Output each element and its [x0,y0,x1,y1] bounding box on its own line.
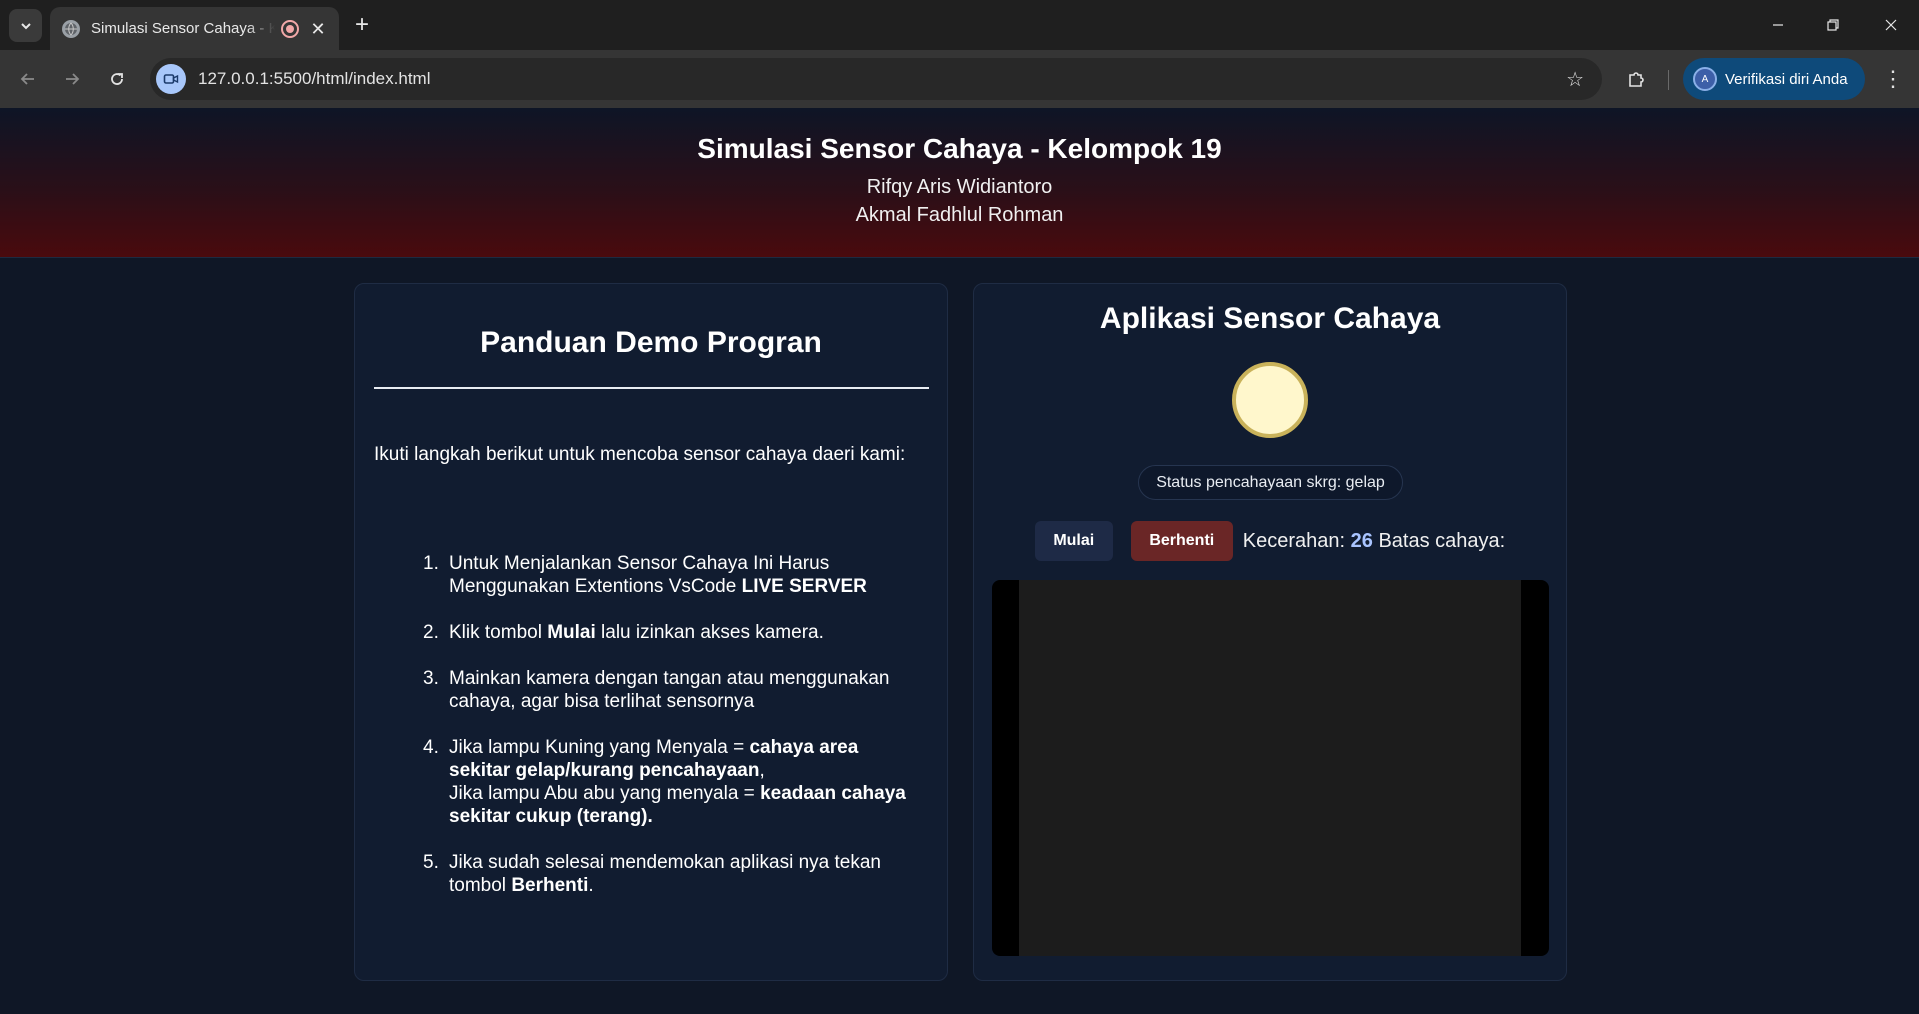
brightness-readout: Kecerahan: 26 Batas cahaya: [1243,530,1505,553]
step-emphasis: Berhenti [511,875,589,896]
member-name: Akmal Fadhlul Rohman [855,204,1064,226]
page-header: Simulasi Sensor Cahaya - Kelompok 19 Rif… [0,108,1919,258]
step-text: Jika lampu Kuning yang Menyala = [449,737,750,758]
step-text: , [759,760,765,781]
brightness-label: Kecerahan: [1242,529,1346,552]
globe-icon [62,19,80,38]
restore-icon [1827,19,1839,31]
status-badge: Status pencahayaan skrg: gelap [1138,465,1403,500]
camera-in-use-icon[interactable] [156,64,186,94]
tab-search-button[interactable] [9,9,42,42]
page-title: Simulasi Sensor Cahaya - Kelompok 19 [697,133,1222,164]
step-text: Mainkan kamera dengan tangan atau menggu… [449,668,890,712]
address-bar[interactable]: 127.0.0.1:5500/html/index.html ☆ [150,58,1602,100]
guide-steps-list: 1. Untuk Menjalankan Sensor Cahaya Ini H… [423,552,919,920]
minimize-button[interactable] [1763,10,1793,40]
step-number: 5. [423,852,439,873]
step-number: 2. [423,622,439,643]
browser-toolbar: 127.0.0.1:5500/html/index.html ☆ A Verif… [0,50,1919,108]
arrow-left-icon [20,73,34,85]
step-text: Jika lampu Abu abu yang menyala = [449,783,761,804]
tab-title: Simulasi Sensor Cahaya - Kelompok 19 [91,20,275,37]
list-item: 2. Klik tombol Mulai lalu izinkan akses … [423,621,919,644]
step-text: Klik tombol [449,622,548,643]
new-tab-button[interactable]: + [355,12,369,38]
reload-button[interactable] [103,65,131,93]
threshold-label: Batas cahaya: [1378,529,1506,552]
list-item: 5. Jika sudah selesai mendemokan aplikas… [423,851,919,897]
step-number: 1. [423,553,439,574]
puzzle-icon [1629,72,1644,87]
extensions-button[interactable] [1622,64,1652,94]
step-text: lalu izinkan akses kamera. [595,622,824,643]
minimize-icon [1773,24,1783,26]
back-button[interactable] [14,65,42,93]
browser-tab-active[interactable]: Simulasi Sensor Cahaya - Kelompok 19 ✕ [50,7,339,50]
close-window-button[interactable] [1876,10,1906,40]
step-text: . [588,875,594,896]
guide-card: Panduan Demo Progran Ikuti langkah berik… [354,283,948,981]
start-button[interactable]: Mulai [1034,521,1113,561]
browser-menu-button[interactable]: ⋮ [1878,64,1908,94]
app-title: Aplikasi Sensor Cahaya [1099,302,1441,335]
reload-icon [111,73,123,85]
profile-label: Verifikasi diri Anda [1725,70,1848,88]
close-icon [1885,19,1897,31]
browser-tab-bar: Simulasi Sensor Cahaya - Kelompok 19 ✕ + [0,0,1919,50]
tab-close-icon[interactable]: ✕ [309,20,327,38]
member-name: Rifqy Aris Widiantoro [866,176,1053,198]
step-number: 4. [423,737,439,758]
brightness-value: 26 [1350,529,1373,552]
lamp-indicator [1232,362,1308,438]
step-emphasis: Mulai [547,622,596,643]
sensor-controls: Mulai Berhenti Kecerahan: 26 Batas cahay… [974,520,1566,562]
toolbar-divider [1668,70,1669,90]
camera-frame [1019,580,1521,956]
sensor-app-card: Aplikasi Sensor Cahaya Status pencahayaa… [973,283,1567,981]
guide-intro: Ikuti langkah berikut untuk mencoba sens… [374,444,906,465]
camera-preview [992,580,1549,956]
avatar: A [1693,67,1717,91]
list-item: 1. Untuk Menjalankan Sensor Cahaya Ini H… [423,552,919,598]
restore-button[interactable] [1818,10,1848,40]
forward-button[interactable] [58,65,86,93]
step-number: 3. [423,668,439,689]
guide-title: Panduan Demo Progran [480,326,822,359]
stop-button[interactable]: Berhenti [1130,521,1233,561]
url-text[interactable]: 127.0.0.1:5500/html/index.html [198,69,430,89]
more-vertical-icon: ⋮ [1882,66,1904,91]
chevron-down-icon [20,22,31,29]
bookmark-star-icon[interactable]: ☆ [1566,67,1584,92]
arrow-right-icon [66,73,80,85]
list-item: 3. Mainkan kamera dengan tangan atau men… [423,667,919,713]
profile-button[interactable]: A Verifikasi diri Anda [1683,58,1865,100]
list-item: 4. Jika lampu Kuning yang Menyala = caha… [423,736,919,828]
step-emphasis: LIVE SERVER [741,576,867,597]
divider [374,387,929,389]
recording-icon [281,19,299,38]
page-content: Simulasi Sensor Cahaya - Kelompok 19 Rif… [0,108,1919,1014]
